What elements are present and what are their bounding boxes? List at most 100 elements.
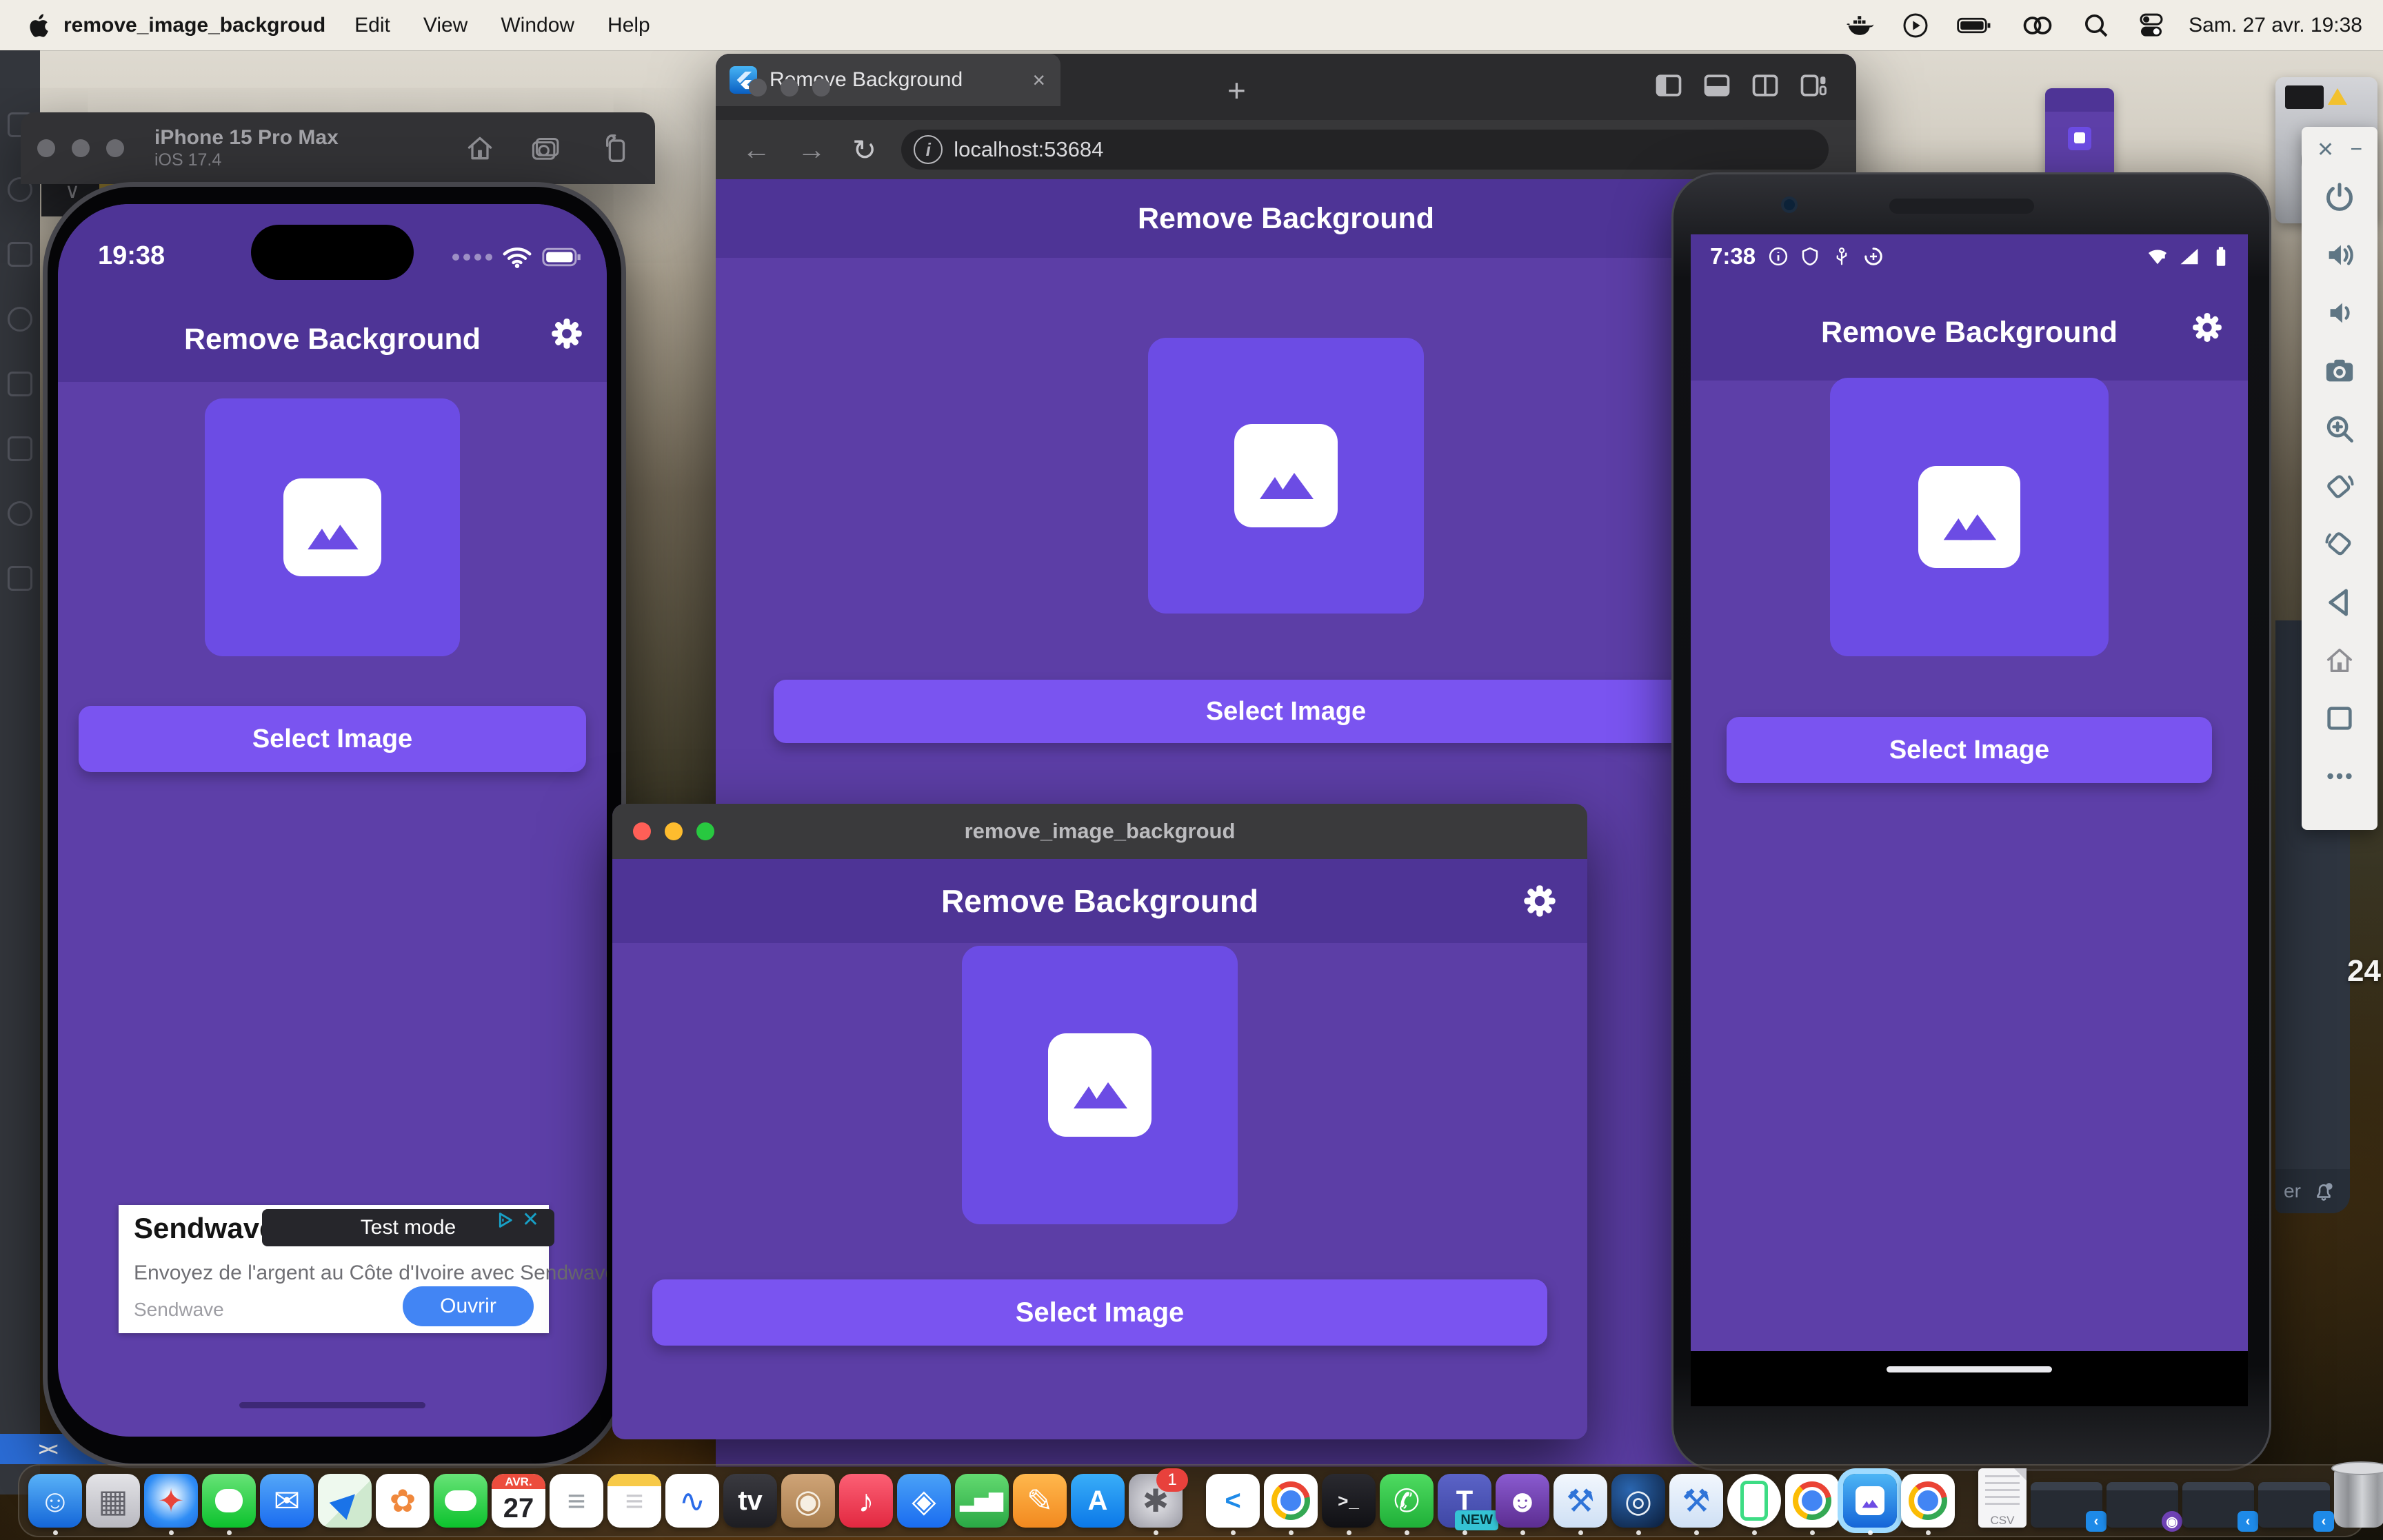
dock-item-launchpad[interactable]: ▦ — [86, 1474, 140, 1528]
dock-item-music[interactable]: ♪ — [839, 1474, 893, 1528]
dock-item-mail[interactable]: ✉ — [260, 1474, 314, 1528]
dock-item-flutter-app[interactable] — [1843, 1474, 1897, 1528]
dock-item-chrome-profile-2[interactable] — [1785, 1474, 1839, 1528]
emulator-volume-up-icon[interactable] — [2324, 239, 2355, 271]
emulator-overview-icon[interactable] — [2324, 702, 2355, 734]
site-info-icon[interactable]: i — [914, 135, 943, 164]
window-title-bar[interactable]: remove_image_backgroud — [612, 804, 1587, 859]
emulator-rotate-left-icon[interactable] — [2324, 471, 2355, 503]
dock-item-trash[interactable] — [2334, 1467, 2383, 1528]
dock-item-photos[interactable]: ✿ — [376, 1474, 430, 1528]
menu-clock[interactable]: Sam. 27 avr. 19:38 — [2189, 14, 2362, 37]
simulator-title-bar[interactable]: iPhone 15 Pro Max iOS 17.4 — [21, 112, 655, 184]
screenshot-icon[interactable] — [531, 133, 561, 163]
traffic-minimize-inactive[interactable] — [781, 79, 798, 97]
settings-gear-icon[interactable] — [1522, 884, 1557, 918]
dock-item-terminal[interactable]: >_ — [1322, 1474, 1376, 1528]
dock-item-contacts[interactable]: ◉ — [781, 1474, 835, 1528]
search-icon[interactable] — [2082, 12, 2110, 39]
desktop-select-image-button[interactable]: Select Image — [652, 1279, 1547, 1346]
tab-close-icon[interactable]: × — [1032, 68, 1045, 93]
active-app-menu[interactable]: remove_image_backgroud — [63, 14, 325, 37]
docker-icon[interactable] — [1847, 12, 1874, 39]
dock-item-vscode[interactable]: < — [1206, 1474, 1260, 1528]
android-gesture-bar[interactable] — [1887, 1366, 2052, 1372]
emulator-power-icon[interactable] — [2324, 181, 2355, 213]
sidebar-toggle-icon[interactable] — [1653, 70, 1684, 101]
dock-item-numbers[interactable]: ▂▅▇ — [955, 1474, 1009, 1528]
menu-edit[interactable]: Edit — [354, 14, 390, 37]
address-bar[interactable]: i localhost:53684 — [901, 130, 1829, 170]
control-center-icon[interactable] — [2138, 12, 2165, 39]
dock-item-minimized-window-2[interactable]: ◉ — [2107, 1482, 2178, 1528]
new-tab-button[interactable]: + — [1227, 72, 1246, 109]
bell-icon[interactable] — [2312, 1179, 2335, 1203]
emulator-back-icon[interactable] — [2324, 587, 2355, 618]
dock-item-minimized-window-3[interactable]: ‹ — [2182, 1482, 2254, 1528]
settings-gear-icon[interactable] — [550, 317, 583, 350]
traffic-close-inactive[interactable] — [749, 79, 767, 97]
dock-item-app-store[interactable]: A — [1071, 1474, 1125, 1528]
apple-menu-icon[interactable] — [25, 11, 54, 40]
dock-item-chrome-profile-3[interactable] — [1901, 1474, 1955, 1528]
bottom-panel-icon[interactable] — [1702, 70, 1732, 101]
dock-item-xcode[interactable]: ⚒ — [1669, 1474, 1723, 1528]
menu-help[interactable]: Help — [607, 14, 650, 37]
dock-item-keynote[interactable]: ◈ — [897, 1474, 951, 1528]
sim-zoom-inactive[interactable] — [106, 139, 124, 157]
dock-item-teams[interactable]: TNEW — [1438, 1474, 1491, 1528]
dock-item-finder[interactable]: ☺ — [28, 1474, 82, 1528]
dock-item-minimized-window-1[interactable]: ‹ — [2031, 1482, 2102, 1528]
dock-item-minimized-doc[interactable]: CSV — [1978, 1468, 2027, 1528]
rotate-icon[interactable] — [597, 133, 627, 163]
web-select-image-button[interactable]: Select Image — [774, 680, 1798, 743]
adchoices-icon[interactable] — [497, 1211, 515, 1229]
layout-grid-icon[interactable] — [1798, 70, 1829, 101]
emulator-home-icon[interactable] — [2324, 645, 2355, 676]
dock-item-chrome[interactable] — [1264, 1474, 1318, 1528]
settings-gear-icon[interactable] — [2191, 312, 2223, 343]
menu-window[interactable]: Window — [501, 14, 574, 37]
dock-item-reminders[interactable]: ≡ — [550, 1474, 603, 1528]
browser-tab[interactable]: Remove Background × — [716, 54, 1060, 106]
sim-minimize-inactive[interactable] — [72, 139, 90, 157]
emulator-volume-down-icon[interactable] — [2324, 297, 2355, 329]
dock-item-system-settings[interactable]: ✱1 — [1129, 1474, 1183, 1528]
dock-item-xcode-beta[interactable]: ⚒ — [1554, 1474, 1607, 1528]
reload-button[interactable]: ↻ — [852, 133, 876, 167]
play-circle-icon[interactable] — [1902, 12, 1929, 39]
dock-item-android-emulator[interactable] — [1727, 1474, 1781, 1528]
dock-item-freeform[interactable]: ∿ — [665, 1474, 719, 1528]
emulator-rotate-right-icon[interactable] — [2324, 529, 2355, 560]
dock-item-whatsapp[interactable]: ✆ — [1380, 1474, 1434, 1528]
dock-item-steam[interactable]: ◎ — [1611, 1474, 1665, 1528]
dock-item-facetime[interactable] — [434, 1474, 487, 1528]
sim-close-inactive[interactable] — [37, 139, 55, 157]
dock-item-calendar[interactable]: AVR.27 — [492, 1474, 545, 1528]
ad-open-button[interactable]: Ouvrir — [403, 1286, 534, 1326]
home-icon[interactable] — [465, 133, 495, 163]
battery-icon[interactable] — [1957, 12, 1993, 39]
forward-button[interactable]: → — [797, 133, 826, 166]
emulator-zoom-in-icon[interactable] — [2324, 413, 2355, 445]
ios-select-image-button[interactable]: Select Image — [79, 706, 586, 772]
traffic-zoom-inactive[interactable] — [812, 79, 830, 97]
dock-item-safari[interactable]: ✦ — [144, 1474, 198, 1528]
emulator-minimize-icon[interactable]: − — [2350, 138, 2362, 162]
dock-item-maps[interactable]: ▶ — [318, 1474, 372, 1528]
android-select-image-button[interactable]: Select Image — [1727, 717, 2212, 783]
ad-banner[interactable]: Sendwave Test mode ✕ Envoyez de l'argent… — [119, 1205, 549, 1333]
dock-item-pages[interactable]: ✎ — [1013, 1474, 1067, 1528]
url-text[interactable]: localhost:53684 — [954, 137, 1103, 162]
emulator-more-icon[interactable] — [2324, 760, 2355, 792]
split-view-icon[interactable] — [1750, 70, 1780, 101]
emulator-screenshot-icon[interactable] — [2324, 355, 2355, 387]
ios-home-indicator[interactable] — [239, 1402, 425, 1408]
handoff-icon[interactable] — [2020, 12, 2055, 39]
dock-item-github-desktop[interactable]: ☻ — [1496, 1474, 1549, 1528]
dock-item-minimized-window-4[interactable]: ‹ — [2258, 1482, 2330, 1528]
remote-indicator-icon[interactable]: >< — [39, 1439, 57, 1460]
vscode-activity-bar[interactable] — [0, 50, 40, 1495]
menu-view[interactable]: View — [423, 14, 467, 37]
ad-close-icon[interactable]: ✕ — [522, 1208, 539, 1232]
